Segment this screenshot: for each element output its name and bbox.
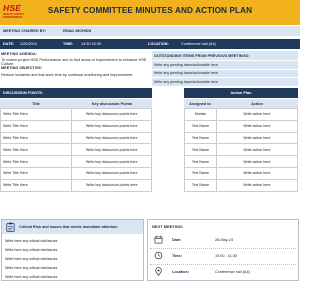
table-row: Text Name Write action here [184,178,299,192]
objective-text: Reduce incidents and lost work time by c… [1,73,134,77]
next-location-label: Location: [172,270,190,274]
calendar-icon [154,235,163,244]
discussion-point-cell[interactable]: Write key discussion points here [71,155,152,168]
date-label: DATE: [3,42,15,46]
chair-bar: MEETING CHAIRED BY: EMAIL: MOHSIN [0,26,300,36]
discussion-title-cell[interactable]: Write Title Here [0,131,73,145]
action-col-action: Action [216,99,298,108]
agenda-label: MEETING AGENDA: [1,52,37,56]
action-cell[interactable]: Write action here [215,108,299,121]
assigned-cell[interactable]: Text Name [184,119,217,133]
action-plan-title: Action Plan [184,88,298,98]
critical-risk-card: Critical Risk and Issues that needs immi… [1,219,144,281]
discussion-point-cell[interactable]: Write key discussion points here [71,143,152,157]
discussion-table: Write Title Here Write key discussion poi… [0,108,152,192]
critical-issue-item: Write here any critical risk/issues [5,248,58,252]
table-row: Text Name Write action here [184,119,299,133]
discussion-title-cell[interactable]: Write Title Here [0,119,73,133]
action-col-assigned: Assigned to [184,99,216,108]
outstanding-title: OUTSTANDING ITEMS FROM PREVIOUS MEETINGS… [152,51,298,60]
action-cell[interactable]: Write action here [215,143,299,157]
time-value: 14:30 15:30 [81,42,102,46]
discussion-title-cell[interactable]: Write Title Here [0,108,73,121]
table-row: Mohsin Write action here [184,108,299,121]
assigned-cell[interactable]: Text Name [184,143,217,157]
critical-risk-title: Critical Risk and Issues that needs immi… [19,225,118,229]
discussion-col-title: Title [0,99,72,108]
next-time-label: Time: [172,254,183,258]
discussion-point-cell[interactable]: Write key discussion points here [71,178,152,192]
next-meeting-card: NEXT MEETING: Date: 26-May-24 Time: 10:0… [147,219,299,281]
location-pin-icon [155,267,162,276]
table-row: Write Title Here Write key discussion poi… [0,119,152,133]
table-row: Write Title Here Write key discussion poi… [0,178,152,192]
critical-issue-item: Write here any critical risk/issues [5,266,58,270]
action-cell[interactable]: Write action here [215,119,299,133]
location-label: LOCATION: [148,42,169,46]
next-date-label: Date: [172,238,182,242]
discussion-title-cell[interactable]: Write Title Here [0,143,73,157]
assigned-cell[interactable]: Mohsin [184,108,217,121]
table-row: Text Name Write action here [184,166,299,180]
clock-icon [154,251,163,260]
meta-bar: DATE: 1/20/2024 TIME: 14:30 15:30 LOCATI… [0,39,300,49]
action-cell[interactable]: Write action here [215,166,299,180]
next-meeting-title: NEXT MEETING: [152,224,184,229]
assigned-cell[interactable]: Text Name [184,131,217,145]
chair-emp-label: EMAIL: [63,29,77,33]
table-row: Write Title Here Write key discussion poi… [0,143,152,157]
assigned-cell[interactable]: Text Name [184,166,217,180]
discussion-section-title: DISCUSSION POINTS: [0,88,152,98]
assigned-cell[interactable]: Text Name [184,178,217,192]
header-bar: HSE HEALTH SAFETY ENVIRONMENT SAFETY COM… [0,0,300,25]
clipboard-icon [6,222,15,232]
table-row: Write Title Here Write key discussion poi… [0,108,152,121]
divider [150,248,296,249]
discussion-point-cell[interactable]: Write key discussion points here [71,166,152,180]
action-cell[interactable]: Write action here [215,131,299,145]
discussion-col-points: Key discussion Points [72,99,152,108]
time-label: TIME: [63,42,74,46]
discussion-point-cell[interactable]: Write key discussion points here [71,108,152,121]
critical-risk-header: Critical Risk and Issues that needs immi… [2,220,143,234]
next-time-value: 10:00 - 11:30 [215,254,238,258]
action-cell[interactable]: Write action here [215,155,299,168]
discussion-point-cell[interactable]: Write key discussion points here [71,131,152,145]
discussion-title-cell[interactable]: Write Title Here [0,178,73,192]
discussion-point-cell[interactable]: Write key discussion points here [71,119,152,133]
agenda-text: To review project HSE Performance and to… [1,58,147,66]
assigned-cell[interactable]: Text Name [184,155,217,168]
action-cell[interactable]: Write action here [215,178,299,192]
outstanding-item: Write any pending issue/actionable here [152,61,298,69]
location-value: Conference hall (A4) [181,42,216,46]
date-value: 1/20/2024 [20,42,37,46]
divider [150,264,296,265]
table-row: Write Title Here Write key discussion poi… [0,166,152,180]
chair-emp-value: MOHSIN [76,29,92,33]
page-title: SAFETY COMMITTEE MINUTES AND ACTION PLAN [47,6,253,15]
outstanding-item: Write any pending issue/actionable here [152,78,298,86]
table-row: Text Name Write action here [184,131,299,145]
critical-issue-item: Write here any critical risk/issues [5,239,58,243]
table-row: Text Name Write action here [184,143,299,157]
next-date-value: 26-May-24 [215,238,234,242]
table-row: Text Name Write action here [184,155,299,168]
objective-label: MEETING OBJECTIVE: [1,66,43,70]
chair-label: MEETING CHAIRED BY: [3,29,46,33]
critical-issue-item: Write here any critical risk/issues [5,257,58,261]
critical-issue-item: Write here any critical risk/issues [5,275,58,279]
discussion-title-cell[interactable]: Write Title Here [0,155,73,168]
action-table: Mohsin Write action here Text Name Write a… [184,108,299,192]
outstanding-item: Write any pending issue/actionable here [152,69,298,77]
discussion-title-cell[interactable]: Write Title Here [0,166,73,180]
table-row: Write Title Here Write key discussion poi… [0,155,152,168]
next-location-value: Conference hall (A4) [215,270,250,274]
table-row: Write Title Here Write key discussion poi… [0,131,152,145]
